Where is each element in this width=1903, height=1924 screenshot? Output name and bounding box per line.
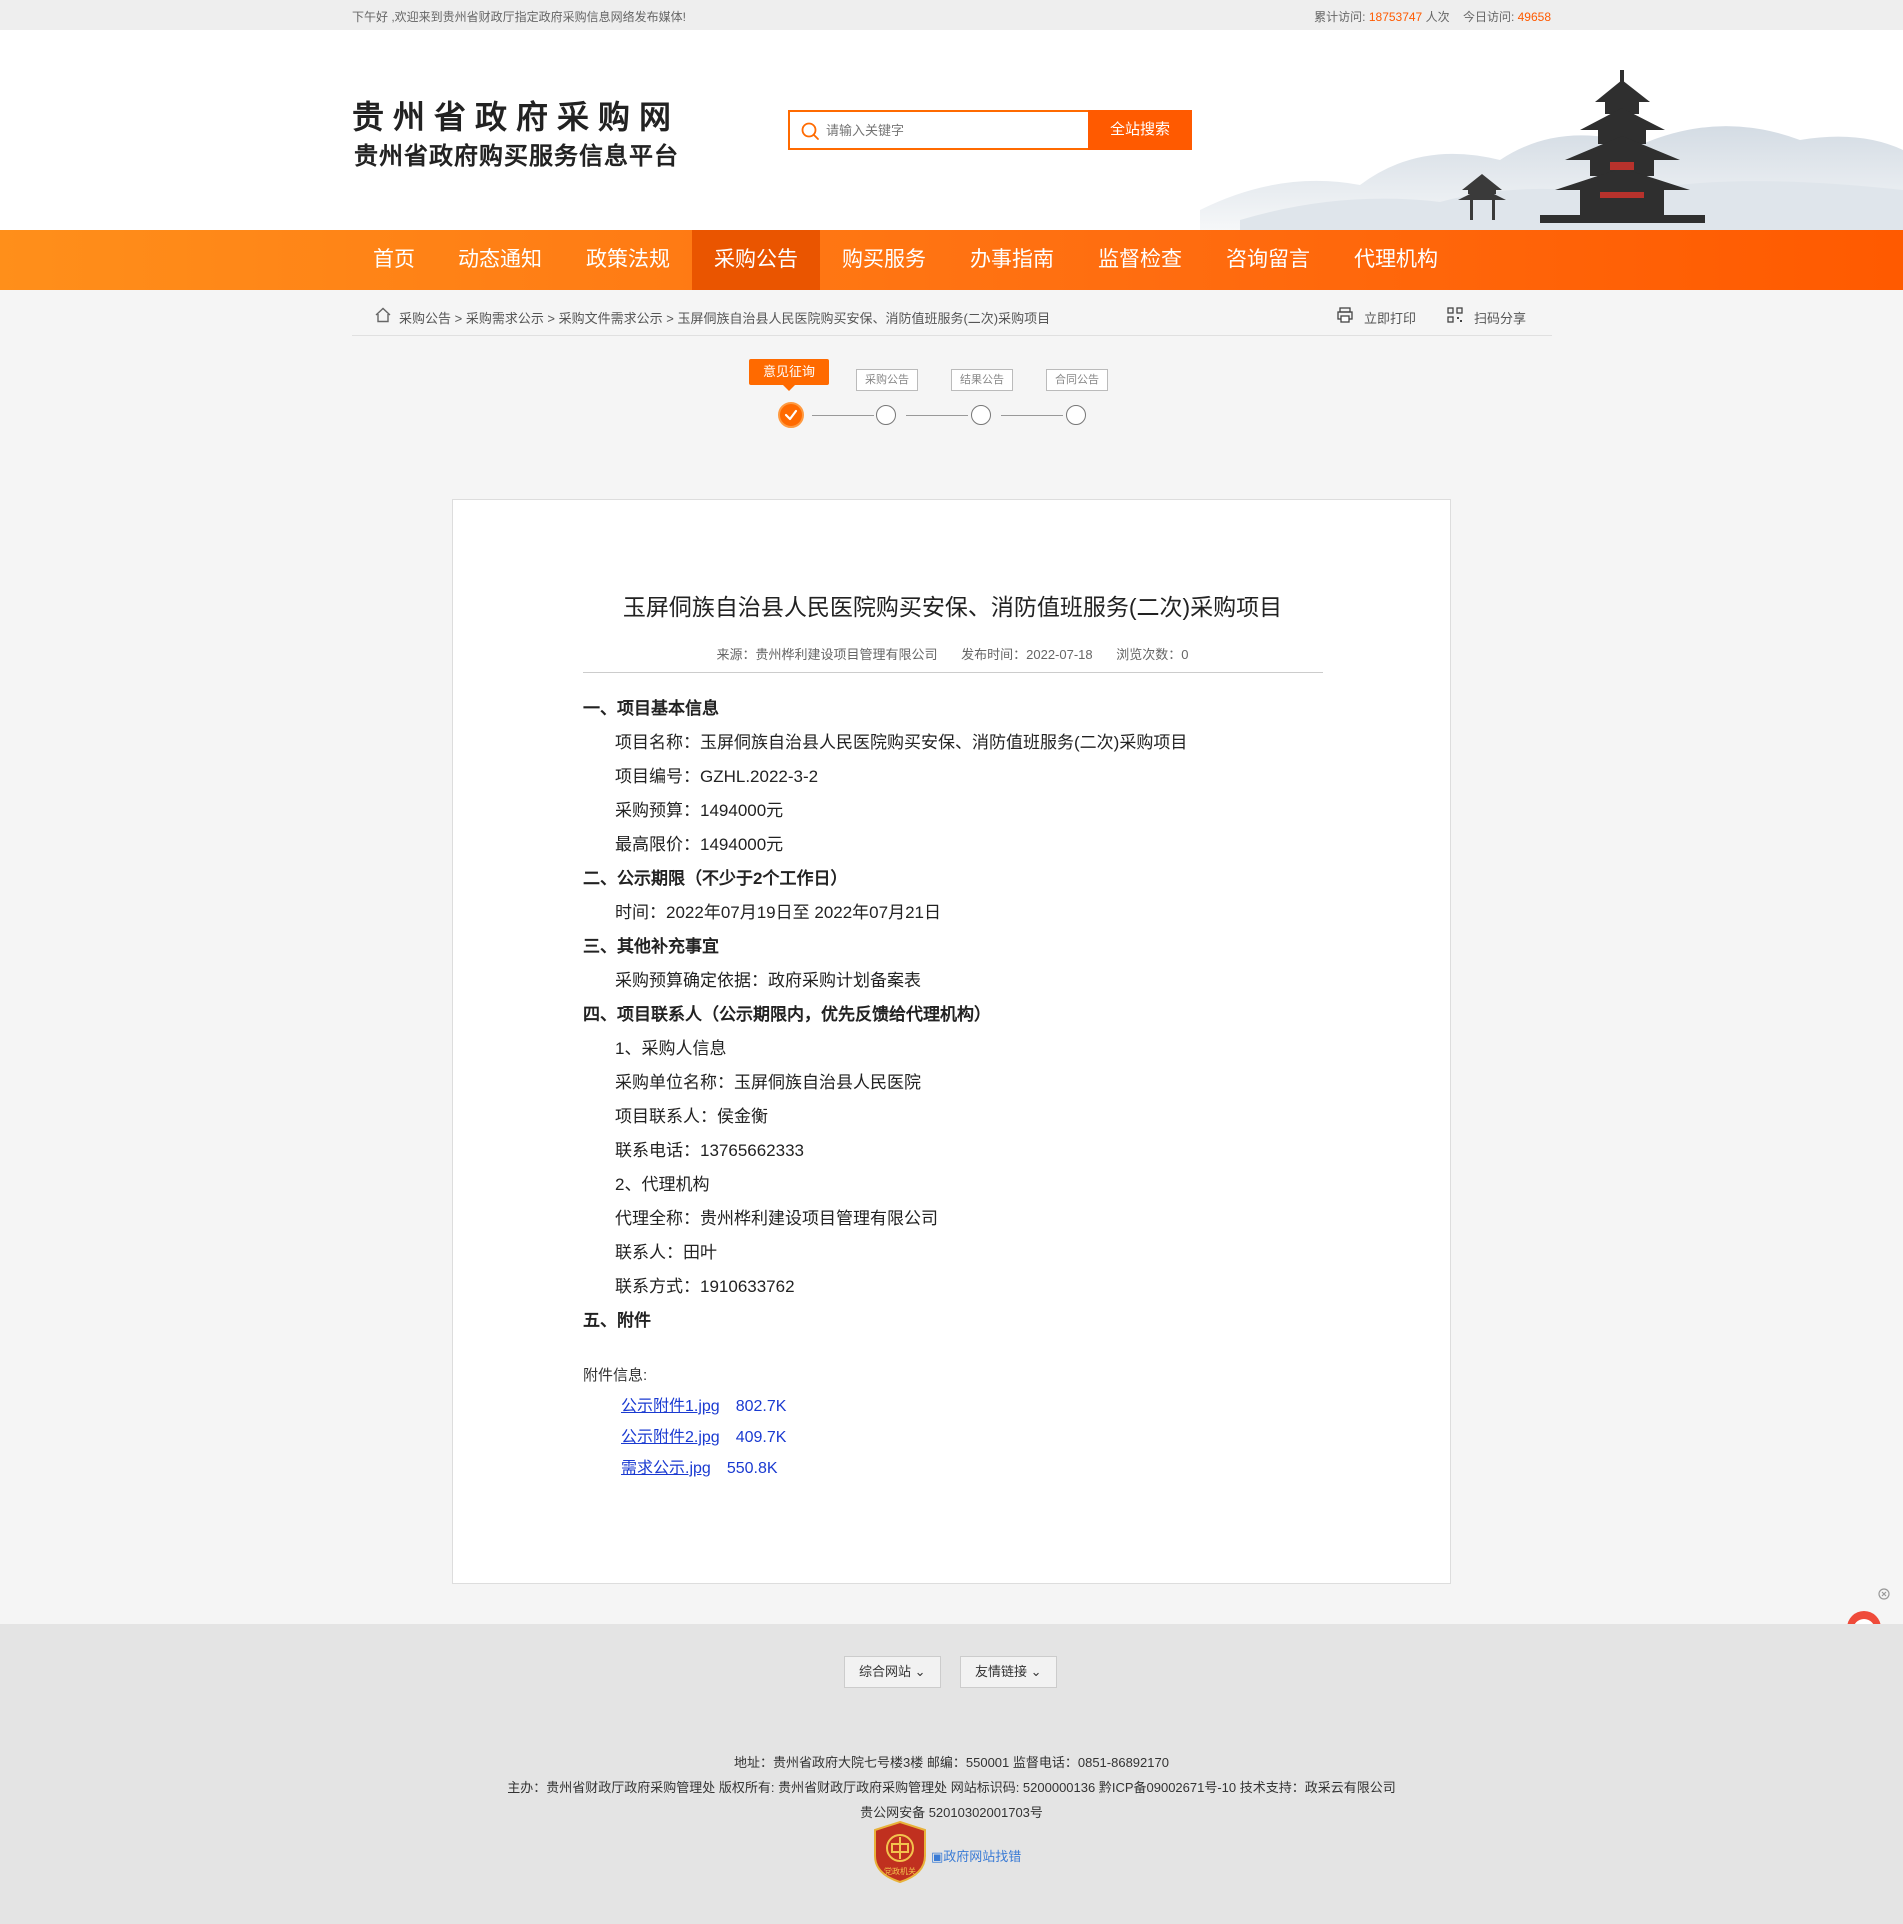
article-views: 浏览次数：0: [1116, 647, 1189, 662]
attachment-link[interactable]: 公示附件1.jpg: [621, 1398, 720, 1415]
body-line: 项目名称：玉屏侗族自治县人民医院购买安保、消防值班服务(二次)采购项目: [615, 733, 1188, 752]
site-logo-title[interactable]: 贵州省政府采购网: [352, 92, 680, 138]
body-line: 联系人：田叶: [615, 1243, 717, 1262]
nav-policy[interactable]: 政策法规: [564, 230, 692, 290]
breadcrumb: 采购公告 > 采购需求公示 > 采购文件需求公示 > 玉屏侗族自治县人民医院购买…: [352, 296, 1552, 336]
divider: [583, 672, 1323, 673]
step-dot-procurement-notice: [876, 405, 896, 425]
step-connector: [1001, 415, 1063, 416]
nav-news[interactable]: 动态通知: [436, 230, 564, 290]
footer-copyright: 主办：贵州省财政厅政府采购管理处 版权所有: 贵州省财政厅政府采购管理处 网站标…: [507, 1780, 1396, 1795]
printer-icon[interactable]: [1336, 306, 1354, 324]
article-source: 来源：贵州桦利建设项目管理有限公司: [716, 647, 938, 662]
body-line: 代理全称：贵州桦利建设项目管理有限公司: [615, 1209, 938, 1228]
body-line: 最高限价：1494000元: [615, 835, 784, 854]
nav-purchase-services[interactable]: 购买服务: [820, 230, 948, 290]
nav-consultation[interactable]: 咨询留言: [1204, 230, 1332, 290]
body-line: 采购单位名称：玉屏侗族自治县人民医院: [615, 1073, 921, 1092]
visit-stats: 累计访问: 18753747 人次 今日访问: 49658: [1314, 8, 1551, 25]
step-connector: [812, 415, 874, 416]
svg-text:党政机关: 党政机关: [884, 1866, 916, 1876]
attachment-item: 公示附件2.jpg 409.7K: [621, 1423, 786, 1447]
body-line: 项目联系人：侯金衡: [615, 1107, 768, 1126]
chevron-down-icon: ⌄: [914, 1664, 926, 1679]
body-line: 项目编号：GZHL.2022-3-2: [615, 767, 819, 786]
friendly-links-select[interactable]: 友情链接 ⌄: [960, 1656, 1057, 1688]
attachment-size: 550.8K: [726, 1460, 778, 1477]
step-label-result-notice[interactable]: 结果公告: [951, 369, 1013, 391]
section-heading: 二、公示期限（不少于2个工作日）: [583, 869, 848, 888]
site-search: 全站搜索: [788, 110, 1192, 150]
search-icon: [801, 122, 819, 140]
today-visits-value: 49658: [1517, 10, 1551, 24]
section-heading: 四、项目联系人（公示期限内，优先反馈给代理机构）: [583, 1005, 991, 1024]
body-line: 2、代理机构: [615, 1175, 710, 1194]
step-label-procurement-notice[interactable]: 采购公告: [856, 369, 918, 391]
site-header: 贵州省政府采购网 贵州省政府购买服务信息平台 全站搜索: [0, 30, 1903, 230]
site-footer: 综合网站 ⌄ 友情链接 ⌄ 地址：贵州省政府大院七号楼3楼 邮编：550001 …: [0, 1624, 1903, 1924]
site-logo-subtitle[interactable]: 贵州省政府购买服务信息平台: [354, 136, 679, 171]
select-label: 友情链接: [975, 1664, 1028, 1679]
comprehensive-sites-select[interactable]: 综合网站 ⌄: [844, 1656, 941, 1688]
body-line: 联系方式：1910633762: [615, 1277, 795, 1296]
nav-agencies[interactable]: 代理机构: [1332, 230, 1460, 290]
select-label: 综合网站: [859, 1664, 912, 1679]
pavilion-landscape-illustration: [1200, 70, 1903, 230]
government-organ-emblem[interactable]: 党政机关: [873, 1820, 927, 1884]
body-line: 1、采购人信息: [615, 1039, 727, 1058]
search-input[interactable]: [826, 114, 1076, 146]
main-nav: 首页 动态通知 政策法规 采购公告 购买服务 办事指南 监督检查 咨询留言 代理…: [0, 230, 1903, 290]
breadcrumb-path[interactable]: 采购公告 > 采购需求公示 > 采购文件需求公示 > 玉屏侗族自治县人民医院购买…: [399, 308, 1050, 327]
chevron-down-icon: ⌄: [1030, 1664, 1042, 1679]
attachment-item: 公示附件1.jpg 802.7K: [621, 1392, 786, 1416]
attachments-label: 附件信息:: [583, 1367, 648, 1384]
total-visits-label: 累计访问:: [1314, 10, 1366, 24]
attachment-link[interactable]: 需求公示.jpg: [621, 1460, 711, 1477]
article-meta: 来源：贵州桦利建设项目管理有限公司 发布时间：2022-07-18 浏览次数：0: [453, 644, 1452, 663]
step-dot-result-notice: [971, 405, 991, 425]
broken-image-icon: ▣: [931, 1849, 944, 1864]
welcome-text: 下午好 ,欢迎来到贵州省财政厅指定政府采购信息网络发布媒体!: [352, 10, 687, 24]
site-error-report-link[interactable]: ▣政府网站找错: [931, 1846, 1021, 1865]
step-label-contract-notice[interactable]: 合同公告: [1046, 369, 1108, 391]
body-line: 采购预算：1494000元: [615, 801, 784, 820]
section-heading: 三、其他补充事宜: [583, 937, 719, 956]
total-visits-unit: 人次: [1425, 10, 1450, 24]
step-connector: [906, 415, 968, 416]
attachment-item: 需求公示.jpg 550.8K: [621, 1454, 778, 1478]
article-title: 玉屏侗族自治县人民医院购买安保、消防值班服务(二次)采购项目: [622, 594, 1283, 620]
nav-home[interactable]: 首页: [352, 230, 436, 290]
attachment-size: 802.7K: [735, 1398, 787, 1415]
total-visits-value: 18753747: [1368, 10, 1423, 24]
today-visits-label: 今日访问:: [1462, 10, 1515, 24]
share-button[interactable]: 扫码分享: [1474, 308, 1526, 327]
section-heading: 五、附件: [583, 1311, 651, 1330]
attachments: 附件信息: 公示附件1.jpg 802.7K 公示附件2.jpg 409.7K 需求…: [583, 1364, 786, 1477]
broken-image-alt: 政府网站找错: [943, 1849, 1022, 1864]
article-date: 发布时间：2022-07-18: [961, 647, 1093, 662]
body-line: 联系电话：13765662333: [615, 1141, 805, 1160]
footer-address: 地址：贵州省政府大院七号楼3楼 邮编：550001 监督电话：0851-8689…: [734, 1755, 1169, 1770]
footer-security-record[interactable]: 贵公网安备 52010302001703号: [0, 1802, 1903, 1821]
search-button[interactable]: 全站搜索: [1088, 110, 1192, 150]
nav-supervision[interactable]: 监督检查: [1076, 230, 1204, 290]
nav-guide[interactable]: 办事指南: [948, 230, 1076, 290]
process-steps: 意见征询 采购公告 结果公告 合同公告: [0, 355, 1903, 435]
qr-code-icon[interactable]: [1446, 306, 1464, 324]
step-dot-contract-notice: [1066, 405, 1086, 425]
body-line: 时间：2022年07月19日至 2022年07月21日: [615, 903, 941, 922]
nav-procurement-notices[interactable]: 采购公告: [692, 230, 820, 290]
section-heading: 一、项目基本信息: [583, 699, 719, 718]
body-line: 采购预算确定依据：政府采购计划备案表: [615, 971, 921, 990]
top-bar: 下午好 ,欢迎来到贵州省财政厅指定政府采购信息网络发布媒体! 累计访问: 187…: [0, 0, 1903, 30]
attachment-link[interactable]: 公示附件2.jpg: [621, 1429, 720, 1446]
print-button[interactable]: 立即打印: [1364, 308, 1416, 327]
check-icon: [784, 409, 798, 421]
attachment-size: 409.7K: [735, 1429, 787, 1446]
step-dot-consultation: [778, 402, 804, 428]
home-icon[interactable]: [374, 306, 392, 324]
article-card: 玉屏侗族自治县人民医院购买安保、消防值班服务(二次)采购项目 来源：贵州桦利建设…: [452, 499, 1451, 1584]
step-label-consultation[interactable]: 意见征询: [749, 359, 830, 391]
article-body: 一、项目基本信息 项目名称：玉屏侗族自治县人民医院购买安保、消防值班服务(二次)…: [583, 692, 1323, 1338]
